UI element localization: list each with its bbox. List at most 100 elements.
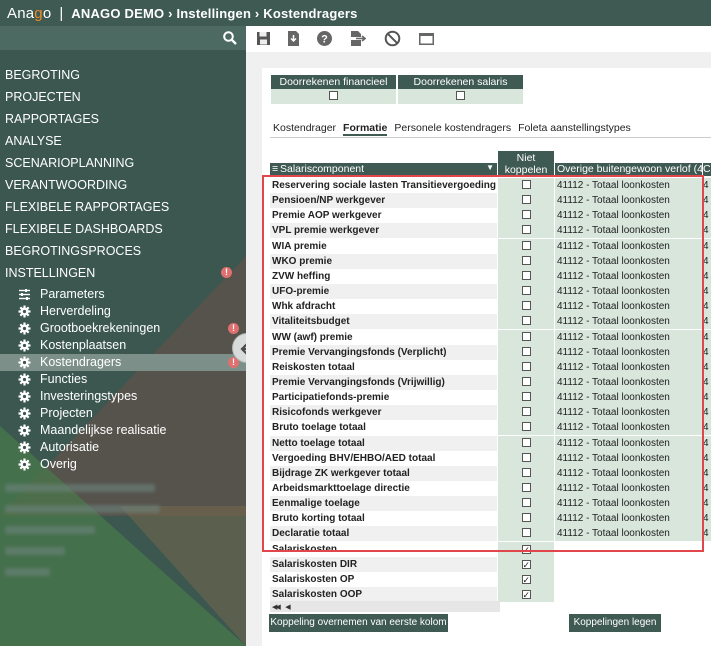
tab-kostendrager[interactable]: Kostendrager (273, 122, 336, 136)
next-column-cell[interactable]: 4 (703, 208, 711, 224)
subnav-item-kostendragers[interactable]: Kostendragers! (0, 354, 246, 371)
cancel-icon[interactable] (384, 30, 401, 47)
first-page-button[interactable]: ◀◀ (272, 604, 281, 611)
next-column-cell[interactable]: 4 (703, 268, 711, 284)
help-icon[interactable]: ? (316, 30, 333, 47)
next-column-cell[interactable]: 4 (703, 223, 711, 239)
sidebar: BEGROTING PROJECTEN RAPPORTAGES ANALYSE SCEN… (0, 26, 246, 646)
subnav-item-investeringstypes[interactable]: Investeringstypes (0, 388, 246, 405)
niet-koppelen-checkbox[interactable] (521, 574, 531, 584)
top-bar: Anago | ANAGO DEMO › Instellingen › Kost… (0, 0, 711, 26)
subnav-item-label: Maandelijkse realisatie (40, 423, 167, 437)
sidebar-item-instellingen[interactable]: INSTELLINGEN! (0, 262, 246, 284)
doorrekenen-financieel-checkbox[interactable] (329, 91, 338, 100)
doorrekenen-salaris-cell (398, 89, 523, 104)
subnav-item-overig[interactable]: Overig (0, 456, 246, 473)
sidebar-item-label: INSTELLINGEN (5, 266, 96, 280)
next-column-cell[interactable]: 4 (703, 481, 711, 496)
doorrekenen-salaris-header: Doorrekenen salaris (398, 75, 523, 89)
highlight-frame (262, 175, 704, 552)
gear-icon (18, 373, 31, 386)
next-column-cell[interactable]: 4 (703, 238, 711, 254)
subnav-item-grootboekrekeningen[interactable]: Grootboekrekeningen! (0, 320, 246, 337)
sidebar-item-scenarioplanning[interactable]: SCENARIOPLANNING (0, 152, 246, 174)
sidebar-item-analyse[interactable]: ANALYSE (0, 130, 246, 152)
sidebar-item-verantwoording[interactable]: VERANTWOORDING (0, 174, 246, 196)
sidebar-search-bar[interactable] (0, 26, 246, 50)
sidebar-item-flexibele-dashboards[interactable]: FLEXIBELE DASHBOARDS (0, 218, 246, 240)
next-column-cell[interactable]: 4 (703, 390, 711, 406)
next-column-cell[interactable]: 4 (703, 329, 711, 345)
window-icon[interactable] (418, 30, 435, 47)
subnav-item-label: Kostenplaatsen (40, 338, 127, 352)
sidebar-item-label: ANALYSE (5, 134, 62, 148)
niet-koppelen-cell (498, 571, 554, 587)
gear-icon (18, 356, 31, 369)
next-column-cell[interactable]: 4 (703, 299, 711, 315)
next-column-cell[interactable]: 4 (703, 253, 711, 269)
sliders-icon (18, 288, 31, 301)
subnav-item-label: Overig (40, 457, 77, 471)
next-column-cell[interactable]: 4 (703, 420, 711, 436)
subnav-item-herverdeling[interactable]: Herverdeling (0, 303, 246, 320)
sidebar-item-label: FLEXIBELE DASHBOARDS (5, 222, 163, 236)
salariscomponent-cell: Salariskosten DIR (270, 556, 497, 572)
sidebar-item-label: PROJECTEN (5, 90, 81, 104)
next-column-cell[interactable]: 4 (703, 435, 711, 451)
gear-icon (18, 424, 31, 437)
next-column-cell[interactable]: 4 (703, 359, 711, 375)
next-column-cell[interactable]: 4 (703, 405, 711, 421)
tab-personele-kostendragers[interactable]: Personele kostendragers (394, 122, 511, 136)
sidebar-item-projecten[interactable]: PROJECTEN (0, 86, 246, 108)
tab-bar: Kostendrager Formatie Personele kostendrag… (273, 122, 638, 136)
niet-koppelen-checkbox[interactable] (521, 590, 531, 600)
sidebar-item-begrotingsproces[interactable]: BEGROTINGSPROCES (0, 240, 246, 262)
next-column-cell[interactable]: 4 (703, 526, 711, 542)
niet-koppelen-checkbox[interactable] (521, 559, 531, 569)
anago-logo[interactable]: Anago (0, 5, 51, 22)
prev-page-button[interactable]: ◀ (285, 604, 290, 611)
next-column-cell[interactable]: 4 (703, 193, 711, 209)
next-column-cell[interactable]: 4 (703, 178, 711, 193)
salariscomponent-cell: Salariskosten OP (270, 571, 497, 587)
next-column-cell[interactable]: 4 (703, 314, 711, 330)
export-icon[interactable] (349, 30, 366, 47)
niet-koppelen-column-header[interactable]: Niet koppelen (498, 151, 554, 176)
tab-formatie[interactable]: Formatie (343, 122, 388, 136)
niet-koppelen-cell (498, 556, 554, 572)
tab-foleta-aanstellingstypes[interactable]: Foleta aanstellingstypes (518, 122, 631, 136)
subnav-item-kostenplaatsen[interactable]: Kostenplaatsen (0, 337, 246, 354)
table-row: Salariskosten OP (270, 571, 711, 587)
subnav-item-parameters[interactable]: Parameters (0, 286, 246, 303)
next-column-cell[interactable]: 4 (703, 284, 711, 300)
import-icon[interactable] (285, 30, 302, 47)
koppeling-overnemen-button[interactable]: Koppeling overnemen van eerste kolom (269, 614, 448, 632)
subnav-item-functies[interactable]: Functies (0, 371, 246, 388)
next-column-cell[interactable]: 4 (703, 374, 711, 390)
table-row: Salariskosten DIR (270, 556, 711, 572)
subnav-item-projecten[interactable]: Projecten (0, 405, 246, 422)
blurred-nav-items (0, 480, 246, 585)
next-column-cell[interactable]: 4 (703, 344, 711, 360)
sidebar-item-flexibele-rapportages[interactable]: FLEXIBELE RAPPORTAGES (0, 196, 246, 218)
subnav-item-autorisatie[interactable]: Autorisatie (0, 439, 246, 456)
search-icon[interactable] (222, 30, 238, 46)
toolbar: ? (246, 26, 711, 52)
koppelingen-legen-button[interactable]: Koppelingen legen (569, 614, 661, 632)
sidebar-item-begroting[interactable]: BEGROTING (0, 64, 246, 86)
settings-subnav: Parameters Herverdeling Grootboekrekeninge… (0, 286, 246, 473)
alert-icon: ! (221, 267, 232, 278)
sidebar-item-rapportages[interactable]: RAPPORTAGES (0, 108, 246, 130)
doorrekenen-salaris-checkbox[interactable] (456, 91, 465, 100)
gear-icon (18, 305, 31, 318)
next-column-cell[interactable]: 4 (703, 496, 711, 512)
next-column-cell[interactable]: 4 (703, 511, 711, 527)
next-column-cell[interactable]: 4 (703, 465, 711, 481)
next-column-cell[interactable]: 4 (703, 450, 711, 466)
dropdown-icon: ▼ (486, 163, 494, 172)
save-icon[interactable] (255, 30, 272, 47)
subnav-item-maandelijkse-realisatie[interactable]: Maandelijkse realisatie (0, 422, 246, 439)
next-column-header[interactable]: C (703, 163, 711, 176)
subnav-item-label: Projecten (40, 406, 93, 420)
gear-icon (18, 407, 31, 420)
